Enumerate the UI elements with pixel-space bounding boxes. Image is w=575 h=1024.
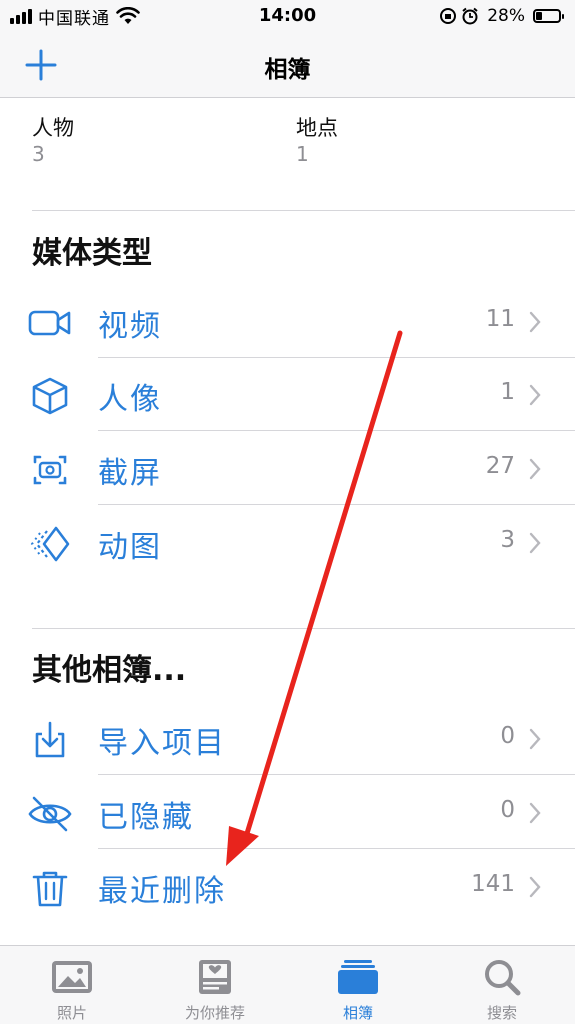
search-icon	[485, 960, 521, 996]
row-divider	[98, 430, 575, 431]
section-divider	[32, 210, 575, 211]
albums-icon	[338, 960, 378, 994]
cube-icon	[32, 377, 68, 415]
battery-icon	[533, 9, 564, 23]
album-count: 27	[485, 453, 515, 479]
status-right: 28%	[439, 5, 564, 27]
album-count: 0	[500, 723, 515, 749]
animated-icon	[30, 526, 70, 562]
tab-bar: 照片 为你推荐 相簿 搜索	[0, 945, 575, 1024]
places-label: 地点	[296, 116, 338, 140]
tab-search[interactable]: 搜索	[442, 946, 562, 1024]
album-row-recently-deleted[interactable]: 最近删除 141	[0, 852, 575, 922]
section-divider	[32, 628, 575, 629]
chevron-right-icon	[529, 876, 541, 898]
people-label: 人物	[32, 116, 74, 140]
alarm-icon	[462, 7, 478, 25]
tab-photos[interactable]: 照片	[12, 946, 132, 1024]
for-you-icon	[199, 960, 231, 994]
people-count: 3	[32, 142, 45, 166]
other-albums-heading: 其他相簿...	[32, 653, 187, 688]
tab-albums[interactable]: 相簿	[298, 946, 418, 1024]
album-row-animated[interactable]: 动图 3	[0, 508, 575, 578]
album-row-screenshots[interactable]: 截屏 27	[0, 434, 575, 504]
tab-label: 为你推荐	[184, 1004, 245, 1022]
places-count: 1	[296, 142, 309, 166]
album-row-portrait[interactable]: 人像 1	[0, 360, 575, 430]
album-label: 截屏	[98, 456, 162, 491]
chevron-right-icon	[529, 311, 541, 333]
album-count: 141	[471, 871, 515, 897]
chevron-right-icon	[529, 532, 541, 554]
album-row-hidden[interactable]: 已隐藏 0	[0, 778, 575, 848]
navigation-bar: 相簿	[0, 34, 575, 98]
orientation-lock-icon	[440, 8, 457, 24]
album-count: 1	[500, 379, 515, 405]
album-count: 3	[500, 527, 515, 553]
tab-label: 搜索	[486, 1004, 517, 1022]
photos-icon	[52, 961, 92, 993]
row-divider	[98, 774, 575, 775]
album-label: 已隐藏	[98, 800, 194, 835]
album-count: 0	[500, 797, 515, 823]
album-label: 视频	[98, 309, 162, 344]
row-divider	[98, 357, 575, 358]
album-label: 导入项目	[98, 726, 226, 761]
album-row-video[interactable]: 视频 11	[0, 287, 575, 357]
album-row-imports[interactable]: 导入项目 0	[0, 704, 575, 774]
chevron-right-icon	[529, 458, 541, 480]
chevron-right-icon	[529, 384, 541, 406]
album-label: 最近删除	[98, 874, 226, 909]
chevron-right-icon	[529, 728, 541, 750]
album-label: 动图	[98, 530, 162, 565]
row-divider	[98, 504, 575, 505]
video-icon	[28, 310, 71, 336]
battery-percent: 28%	[487, 6, 525, 26]
album-label: 人像	[98, 382, 162, 417]
media-types-heading: 媒体类型	[32, 236, 152, 271]
tab-label: 照片	[56, 1004, 87, 1022]
tab-for-you[interactable]: 为你推荐	[155, 946, 275, 1024]
status-bar: 中国联通 14:00 28%	[0, 0, 575, 34]
row-divider	[98, 848, 575, 849]
chevron-right-icon	[529, 802, 541, 824]
page-title: 相簿	[264, 57, 311, 83]
screenshot-icon	[33, 455, 67, 485]
trash-icon	[32, 871, 68, 907]
import-icon	[35, 721, 65, 758]
hidden-eye-icon	[28, 796, 72, 832]
tab-label: 相簿	[342, 1004, 373, 1022]
album-count: 11	[485, 306, 515, 332]
